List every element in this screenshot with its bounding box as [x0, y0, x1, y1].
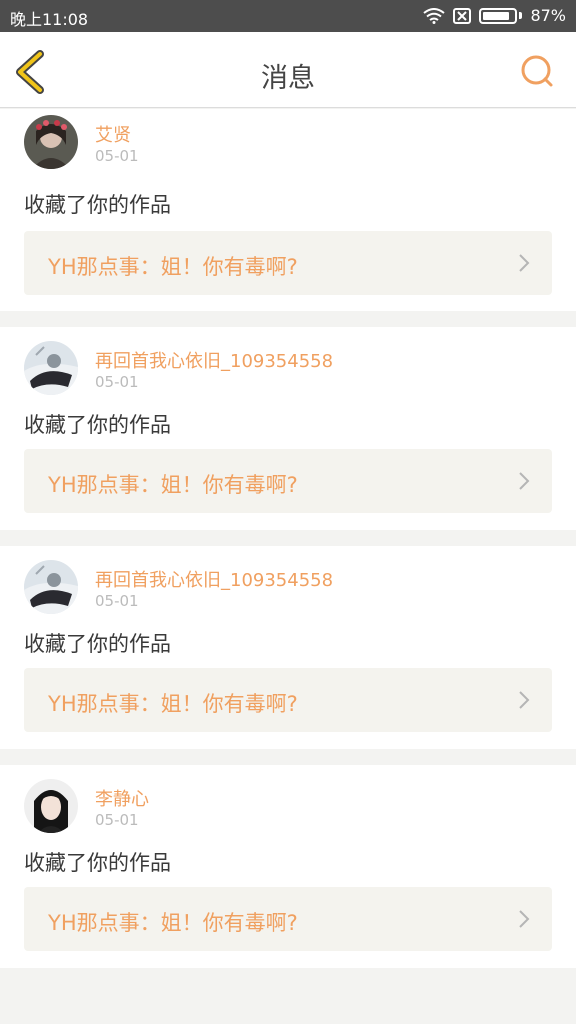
message-date: 05-01	[95, 592, 139, 610]
message-card: 李静心 05-01 收藏了你的作品 YH那点事：姐！你有毒啊?	[0, 765, 576, 968]
avatar[interactable]	[24, 341, 78, 395]
work-title: YH那点事：姐！你有毒啊?	[48, 255, 298, 279]
work-link[interactable]: YH那点事：姐！你有毒啊?	[24, 887, 552, 951]
work-link[interactable]: YH那点事：姐！你有毒啊?	[24, 668, 552, 732]
message-card: 再回首我心依旧_109354558 05-01 收藏了你的作品 YH那点事：姐！…	[0, 546, 576, 749]
battery-tip	[519, 12, 523, 19]
avatar[interactable]	[24, 779, 78, 833]
message-list: 艾贤 05-01 收藏了你的作品 YH那点事：姐！你有毒啊? 再回首我心依旧_1…	[0, 109, 576, 968]
message-date: 05-01	[95, 147, 139, 165]
action-text: 收藏了你的作品	[24, 632, 171, 656]
work-title: YH那点事：姐！你有毒啊?	[48, 473, 298, 497]
message-card: 艾贤 05-01 收藏了你的作品 YH那点事：姐！你有毒啊?	[0, 109, 576, 311]
status-time: 晚上11:08	[10, 10, 89, 29]
avatar[interactable]	[24, 115, 78, 169]
message-card: 再回首我心依旧_109354558 05-01 收藏了你的作品 YH那点事：姐！…	[0, 327, 576, 530]
avatar[interactable]	[24, 560, 78, 614]
chevron-right-icon	[519, 472, 530, 490]
status-bar: 晚上11:08 87%	[0, 0, 576, 32]
message-date: 05-01	[95, 373, 139, 391]
username[interactable]: 再回首我心依旧_109354558	[95, 566, 333, 592]
chevron-right-icon	[519, 254, 530, 272]
divider	[0, 530, 576, 546]
username[interactable]: 李静心	[95, 785, 149, 811]
status-icons: 87%	[423, 6, 566, 25]
divider	[0, 311, 576, 327]
chevron-right-icon	[519, 910, 530, 928]
action-text: 收藏了你的作品	[24, 413, 171, 437]
nav-bar: 消息	[0, 32, 576, 108]
divider	[0, 749, 576, 765]
work-title: YH那点事：姐！你有毒啊?	[48, 692, 298, 716]
work-title: YH那点事：姐！你有毒啊?	[48, 911, 298, 935]
work-link[interactable]: YH那点事：姐！你有毒啊?	[24, 231, 552, 295]
page-title: 消息	[261, 63, 315, 94]
battery-icon	[479, 7, 518, 24]
work-link[interactable]: YH那点事：姐！你有毒啊?	[24, 449, 552, 513]
username[interactable]: 艾贤	[95, 121, 131, 147]
action-text: 收藏了你的作品	[24, 193, 171, 217]
search-icon[interactable]	[520, 54, 554, 88]
message-date: 05-01	[95, 811, 139, 829]
no-sim-icon	[453, 7, 472, 24]
chevron-right-icon	[519, 691, 530, 709]
battery-percent: 87%	[530, 6, 566, 25]
username[interactable]: 再回首我心依旧_109354558	[95, 347, 333, 373]
action-text: 收藏了你的作品	[24, 851, 171, 875]
battery-level	[483, 11, 510, 20]
wifi-icon	[423, 7, 446, 24]
